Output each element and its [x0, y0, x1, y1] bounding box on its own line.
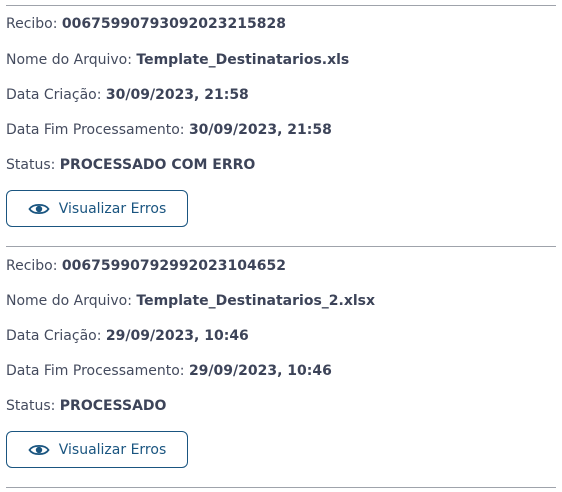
view-errors-button-label: Visualizar Erros: [58, 441, 167, 458]
eye-icon: [28, 201, 50, 217]
status-value: PROCESSADO: [59, 398, 167, 414]
status-line: Status: PROCESSADO COM ERRO: [6, 155, 255, 175]
end-date-value: 29/09/2023, 10:46: [188, 363, 332, 379]
end-date-value: 30/09/2023, 21:58: [188, 122, 332, 138]
status-label: Status:: [6, 398, 56, 414]
status-label: Status:: [6, 157, 56, 173]
created-date-line: Data Criação: 30/09/2023, 21:58: [6, 85, 249, 105]
created-date-label: Data Criação:: [6, 328, 102, 344]
receipt-line: Recibo: 00675990793092023215828: [6, 14, 286, 34]
view-errors-button[interactable]: Visualizar Erros: [6, 431, 188, 468]
divider-top: [6, 5, 556, 6]
receipt-line: Recibo: 00675990792992023104652: [6, 256, 286, 276]
end-date-label: Data Fim Processamento:: [6, 363, 185, 379]
created-date-line: Data Criação: 29/09/2023, 10:46: [6, 326, 249, 346]
status-value: PROCESSADO COM ERRO: [59, 157, 256, 173]
end-date-line: Data Fim Processamento: 30/09/2023, 21:5…: [6, 120, 332, 140]
created-date-label: Data Criação:: [6, 87, 102, 103]
filename-line: Nome do Arquivo: Template_Destinatarios_…: [6, 291, 375, 311]
view-errors-button[interactable]: Visualizar Erros: [6, 190, 188, 227]
end-date-line: Data Fim Processamento: 29/09/2023, 10:4…: [6, 361, 332, 381]
receipt-value: 00675990793092023215828: [61, 16, 286, 32]
created-date-value: 30/09/2023, 21:58: [105, 87, 249, 103]
divider-middle: [6, 246, 556, 247]
end-date-label: Data Fim Processamento:: [6, 122, 185, 138]
status-line: Status: PROCESSADO: [6, 396, 166, 416]
filename-label: Nome do Arquivo:: [6, 293, 132, 309]
eye-icon: [28, 442, 50, 458]
created-date-value: 29/09/2023, 10:46: [105, 328, 249, 344]
receipt-value: 00675990792992023104652: [61, 258, 286, 274]
filename-line: Nome do Arquivo: Template_Destinatarios.…: [6, 50, 349, 70]
view-errors-button-label: Visualizar Erros: [58, 200, 167, 217]
receipt-label: Recibo:: [6, 258, 58, 274]
filename-value: Template_Destinatarios_2.xlsx: [136, 293, 376, 309]
receipt-label: Recibo:: [6, 16, 58, 32]
divider-bottom: [6, 487, 556, 488]
filename-value: Template_Destinatarios.xls: [136, 52, 350, 68]
filename-label: Nome do Arquivo:: [6, 52, 132, 68]
